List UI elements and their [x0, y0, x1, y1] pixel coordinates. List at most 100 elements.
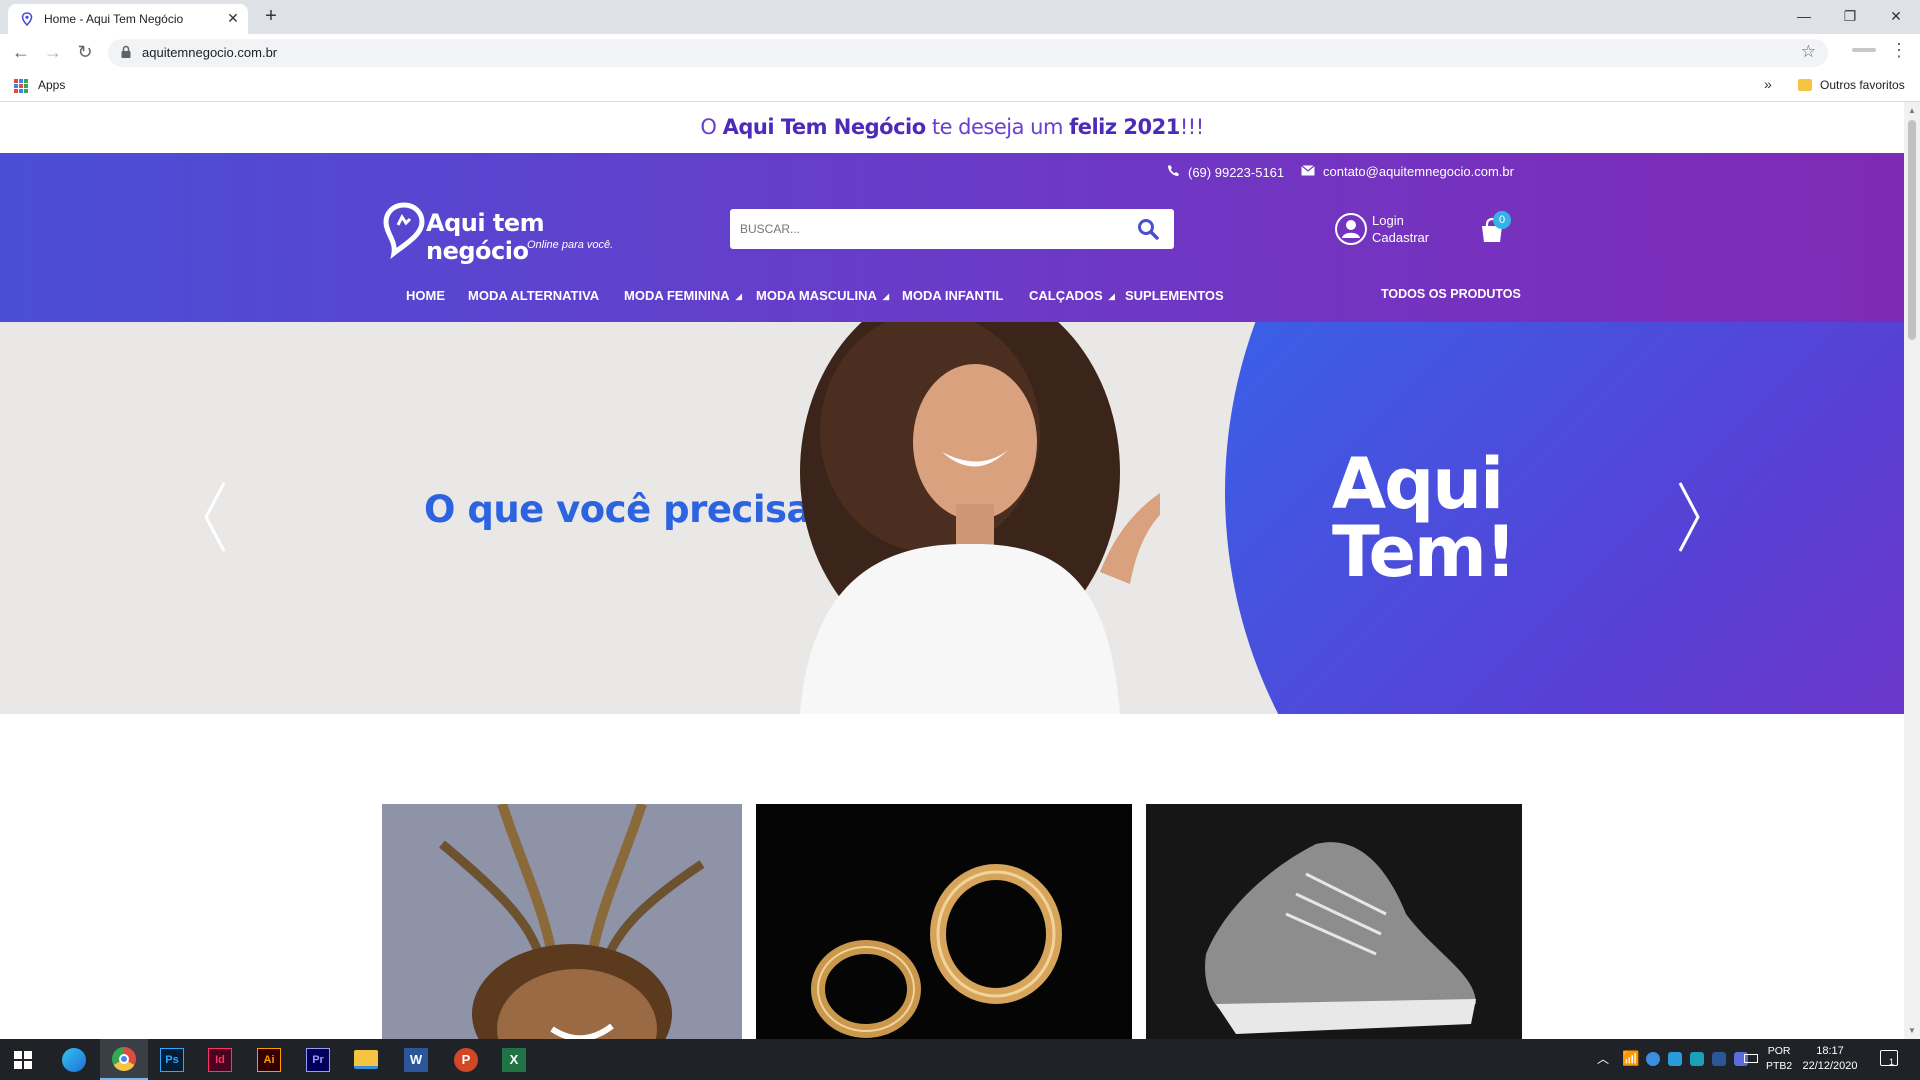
chevron-up-icon[interactable]: ︿	[1597, 1050, 1609, 1067]
url-text: aquitemnegocio.com.br	[142, 45, 278, 60]
hero-slider: O que você precisa? Aqui Tem!	[0, 322, 1904, 714]
excel-icon[interactable]: X	[502, 1048, 526, 1072]
menu-label: SUPLEMENTOS	[1125, 288, 1224, 303]
bookmarks-bar: Apps » Outros favoritos	[0, 70, 1920, 102]
clock[interactable]: 18:17 22/12/2020	[1800, 1044, 1860, 1074]
photoshop-icon[interactable]: Ps	[160, 1048, 184, 1072]
edge-icon[interactable]	[62, 1048, 86, 1072]
chevron-left-icon[interactable]	[200, 477, 230, 557]
gold-earrings-photo	[756, 804, 1132, 1039]
caret-icon: ◢	[1108, 292, 1115, 302]
apps-grid-icon[interactable]	[14, 79, 28, 93]
tray-app-icon[interactable]	[1646, 1052, 1660, 1066]
menu-label: MODA FEMININA	[624, 288, 730, 303]
caret-icon: ◢	[882, 292, 889, 302]
site-logo[interactable]: Aqui tem negócio Online para você.	[382, 201, 622, 265]
register-link[interactable]: Cadastrar	[1372, 229, 1429, 246]
indesign-icon[interactable]: Id	[208, 1048, 232, 1072]
phone-contact[interactable]: (69) 99223-5161	[1167, 164, 1284, 180]
slide-cta-line2: Tem!	[1332, 511, 1517, 593]
logo-subtitle: Online para você.	[527, 239, 614, 251]
chrome-icon[interactable]	[100, 1039, 148, 1080]
scrollbar-thumb[interactable]	[1908, 120, 1916, 340]
maximize-button[interactable]: ❐	[1828, 4, 1872, 28]
menu-label: MODA ALTERNATIVA	[468, 288, 600, 303]
reload-button[interactable]: ↻	[74, 42, 96, 64]
close-tab-icon[interactable]: ✕	[224, 9, 242, 27]
windows-start-icon[interactable]	[14, 1051, 32, 1069]
other-favorites-link[interactable]: Outros favoritos	[1820, 78, 1905, 92]
extension-icon[interactable]	[1852, 48, 1876, 52]
browser-tab-bar: Home - Aqui Tem Negócio ✕ + — ❐ ✕	[0, 0, 1920, 34]
announcement-bar: O Aqui Tem Negócio te deseja um feliz 20…	[0, 102, 1904, 153]
category-card[interactable]	[756, 804, 1132, 1039]
clock-time: 18:17	[1816, 1045, 1844, 1057]
notification-count: 1	[1889, 1057, 1895, 1067]
email-address: contato@aquitemnegocio.com.br	[1323, 164, 1514, 179]
site-header: (69) 99223-5161 contato@aquitemnegocio.c…	[0, 153, 1904, 322]
tray-app-icon[interactable]	[1668, 1052, 1682, 1066]
menu-item-moda-alternativa[interactable]: MODA ALTERNATIVA	[468, 288, 599, 303]
category-card[interactable]	[382, 804, 742, 1039]
tab-title: Home - Aqui Tem Negócio	[44, 12, 184, 26]
phone-icon	[1168, 165, 1179, 176]
browser-toolbar: ← → ↻ aquitemnegocio.com.br ☆ ⋮	[0, 34, 1920, 70]
website-viewport: O Aqui Tem Negócio te deseja um feliz 20…	[0, 102, 1904, 1039]
search-icon[interactable]	[1136, 217, 1160, 241]
menu-item-moda-masculina[interactable]: MODA MASCULINA ◢	[756, 288, 889, 303]
kebab-menu-icon[interactable]: ⋮	[1890, 40, 1908, 61]
page-scrollbar[interactable]: ▲ ▼	[1904, 102, 1920, 1039]
close-window-button[interactable]: ✕	[1874, 4, 1918, 28]
announcement-text-1: O	[700, 115, 723, 139]
scroll-down-icon[interactable]: ▼	[1908, 1026, 1916, 1035]
back-button[interactable]: ←	[10, 42, 32, 64]
announcement-ending: !!!	[1179, 115, 1204, 139]
apps-link[interactable]: Apps	[38, 78, 65, 92]
menu-item-moda-feminina[interactable]: MODA FEMININA ◢	[624, 288, 742, 303]
more-bookmarks-button[interactable]: »	[1764, 76, 1772, 92]
menu-item-suplementos[interactable]: SUPLEMENTOS	[1125, 288, 1224, 303]
file-explorer-icon[interactable]	[354, 1050, 378, 1069]
envelope-icon	[1301, 165, 1315, 176]
lang-bottom: PTB2	[1766, 1060, 1793, 1072]
star-icon[interactable]: ☆	[1801, 42, 1816, 62]
windows-taskbar: Ps Id Ai Pr W P X ︿ 📶 POR PTB2 18:17 22/…	[0, 1039, 1920, 1080]
minimize-button[interactable]: —	[1782, 4, 1826, 28]
logo-pin-icon	[383, 202, 425, 259]
menu-item-home[interactable]: HOME	[406, 288, 445, 303]
login-link[interactable]: Login	[1372, 212, 1429, 229]
menu-item-todos-os-produtos[interactable]: TODOS OS PRODUTOS	[1381, 287, 1521, 301]
notification-center-icon[interactable]: 1	[1880, 1050, 1898, 1067]
address-bar[interactable]: aquitemnegocio.com.br ☆	[108, 39, 1828, 67]
menu-label: MODA MASCULINA	[756, 288, 877, 303]
search-box	[730, 209, 1174, 249]
new-tab-button[interactable]: +	[260, 6, 282, 28]
phone-number: (69) 99223-5161	[1188, 165, 1285, 180]
forward-button[interactable]: →	[42, 42, 64, 64]
word-icon[interactable]: W	[404, 1048, 428, 1072]
keyboard-language[interactable]: POR PTB2	[1766, 1044, 1792, 1074]
battery-icon[interactable]	[1744, 1054, 1758, 1063]
user-avatar-icon[interactable]	[1335, 213, 1367, 245]
tray-app-icon[interactable]	[1690, 1052, 1704, 1066]
announcement-text-2: te deseja um	[925, 115, 1070, 139]
tray-app-icon[interactable]	[1712, 1052, 1726, 1066]
menu-item-calcados[interactable]: CALÇADOS ◢	[1029, 288, 1115, 303]
announcement-highlight: feliz 2021	[1069, 115, 1180, 139]
email-contact[interactable]: contato@aquitemnegocio.com.br	[1301, 164, 1514, 179]
logo-title: Aqui tem negócio	[426, 209, 545, 265]
menu-item-moda-infantil[interactable]: MODA INFANTIL	[902, 288, 1003, 303]
menu-label: MODA INFANTIL	[902, 288, 1004, 303]
illustrator-icon[interactable]: Ai	[257, 1048, 281, 1072]
network-icon[interactable]: 📶	[1622, 1050, 1639, 1067]
woman-smiling-photo	[800, 322, 1160, 714]
powerpoint-icon[interactable]: P	[454, 1048, 478, 1072]
chevron-right-icon[interactable]	[1674, 477, 1704, 557]
browser-tab[interactable]: Home - Aqui Tem Negócio ✕	[8, 4, 248, 34]
search-input[interactable]	[730, 209, 1130, 249]
premiere-icon[interactable]: Pr	[306, 1048, 330, 1072]
lang-top: POR	[1767, 1045, 1791, 1057]
woman-braids-photo	[382, 804, 742, 1039]
scroll-up-icon[interactable]: ▲	[1908, 106, 1916, 115]
category-card[interactable]	[1146, 804, 1522, 1039]
